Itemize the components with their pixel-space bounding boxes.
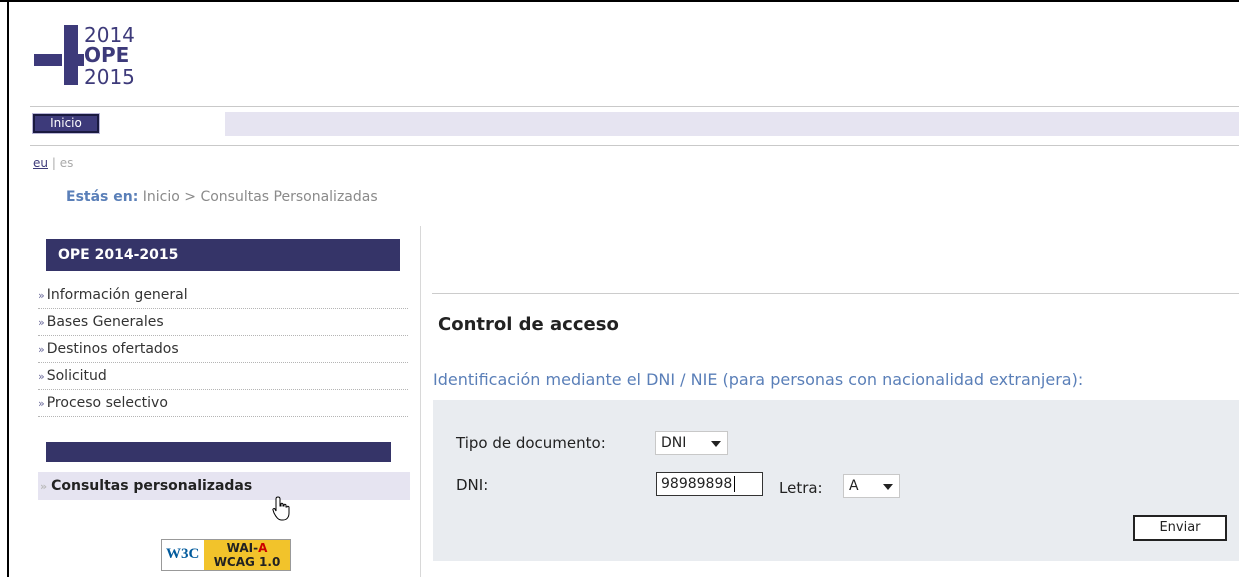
doc-type-value: DNI bbox=[661, 435, 687, 451]
chevron-double-right-icon: » bbox=[38, 370, 45, 383]
wai-level: A bbox=[258, 541, 268, 555]
sidebar-item-label: Solicitud bbox=[46, 368, 107, 384]
window-left-border bbox=[7, 0, 9, 577]
doc-type-label: Tipo de documento: bbox=[456, 434, 606, 452]
sidebar-item-label: Bases Generales bbox=[46, 314, 164, 330]
dni-value: 98989898 bbox=[661, 476, 733, 492]
dni-input[interactable]: 98989898 bbox=[656, 472, 763, 496]
sidebar-title: OPE 2014-2015 bbox=[46, 239, 400, 271]
chevron-double-right-icon: » bbox=[40, 480, 48, 493]
sidebar-item-label: Consultas personalizadas bbox=[51, 478, 253, 494]
breadcrumb-home-link[interactable]: Inicio bbox=[143, 189, 180, 205]
wai-label: WAI- bbox=[226, 541, 259, 555]
lang-separator: | bbox=[51, 156, 56, 170]
nav-bar-strip bbox=[225, 112, 1239, 136]
wcag-version: WCAG 1.0 bbox=[213, 555, 281, 569]
sidebar: OPE 2014-2015 » Información general » Base… bbox=[30, 226, 421, 577]
w3c-logo: W3C bbox=[166, 546, 200, 562]
letter-value: A bbox=[849, 478, 859, 494]
hand-pointer-cursor-icon bbox=[272, 496, 290, 521]
breadcrumb-separator: > bbox=[184, 189, 196, 205]
ope-logo: 2014 OPE 2015 bbox=[30, 23, 150, 93]
logo-ope: OPE bbox=[84, 43, 130, 67]
sidebar-item-destinos-ofertados[interactable]: » Destinos ofertados bbox=[38, 336, 408, 363]
breadcrumb: Estás en: Inicio > Consultas Personaliza… bbox=[66, 189, 378, 205]
submit-button[interactable]: Enviar bbox=[1133, 515, 1227, 541]
access-form-panel bbox=[433, 400, 1239, 561]
sidebar-item-informacion-general[interactable]: » Información general bbox=[38, 282, 408, 309]
chevron-double-right-icon: » bbox=[38, 316, 45, 329]
logo-year-start: 2014 bbox=[84, 23, 135, 47]
chevron-down-icon bbox=[711, 441, 721, 447]
sidebar-item-label: Información general bbox=[46, 287, 188, 303]
page-title: Control de acceso bbox=[438, 314, 619, 335]
window-top-border bbox=[0, 0, 1239, 2]
dni-label: DNI: bbox=[456, 476, 489, 494]
breadcrumb-current: Consultas Personalizadas bbox=[200, 189, 378, 205]
doc-type-select[interactable]: DNI bbox=[655, 431, 728, 455]
sidebar-item-bases-generales[interactable]: » Bases Generales bbox=[38, 309, 408, 336]
sidebar-menu: » Información general » Bases Generales » D… bbox=[38, 282, 408, 417]
logo-cross-right bbox=[74, 54, 84, 66]
lang-eu-link[interactable]: eu bbox=[33, 156, 48, 170]
header-divider bbox=[30, 106, 1239, 107]
home-nav-button[interactable]: Inicio bbox=[33, 114, 99, 133]
chevron-double-right-icon: » bbox=[38, 289, 45, 302]
chevron-double-right-icon: » bbox=[38, 343, 45, 356]
chevron-down-icon bbox=[883, 484, 893, 490]
sidebar-item-proceso-selectivo[interactable]: » Proceso selectivo bbox=[38, 390, 408, 417]
sidebar-item-label: Proceso selectivo bbox=[46, 395, 168, 411]
sidebar-item-label: Destinos ofertados bbox=[46, 341, 179, 357]
nav-divider bbox=[30, 145, 1239, 146]
letter-label: Letra: bbox=[779, 479, 823, 497]
main-divider bbox=[432, 293, 1239, 294]
sidebar-item-solicitud[interactable]: » Solicitud bbox=[38, 363, 408, 390]
w3c-wai-a-badge[interactable]: W3C WAI-A WCAG 1.0 bbox=[161, 539, 291, 571]
logo-cross-left bbox=[34, 54, 62, 66]
letter-select[interactable]: A bbox=[843, 474, 900, 498]
breadcrumb-label: Estás en: bbox=[66, 189, 139, 205]
lang-es-link[interactable]: es bbox=[60, 156, 74, 170]
language-switcher: eu | es bbox=[33, 156, 73, 170]
logo-year-end: 2015 bbox=[84, 65, 135, 89]
sidebar-section-header bbox=[46, 442, 391, 462]
wcag-badge: WAI-A WCAG 1.0 bbox=[204, 540, 290, 570]
page-subtitle: Identificación mediante el DNI / NIE (pa… bbox=[433, 370, 1084, 389]
chevron-double-right-icon: » bbox=[38, 397, 45, 410]
text-cursor bbox=[734, 476, 736, 492]
sidebar-item-consultas-personalizadas[interactable]: » Consultas personalizadas bbox=[38, 472, 410, 500]
